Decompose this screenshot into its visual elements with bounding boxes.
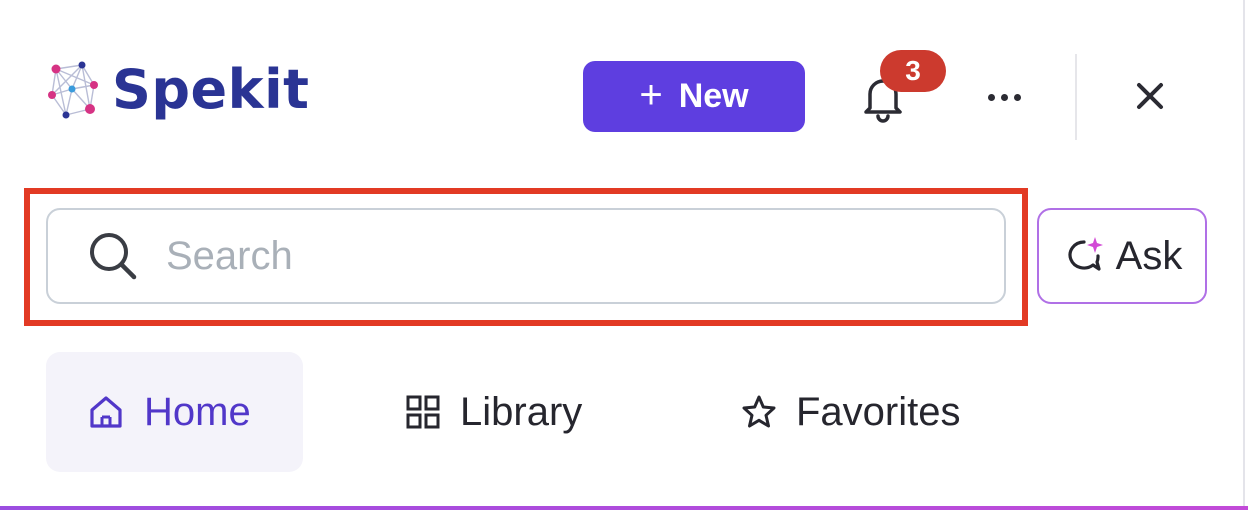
tab-library-label: Library: [460, 389, 583, 434]
spekit-sidebar-panel: Spekit + New 3 Ask: [0, 0, 1248, 510]
grid-icon: [406, 395, 440, 429]
more-horizontal-icon[interactable]: [978, 80, 1030, 114]
brand-name: Spekit: [112, 58, 310, 121]
new-button[interactable]: + New: [583, 61, 805, 132]
ask-button-label: Ask: [1115, 233, 1183, 278]
home-icon: [90, 396, 122, 428]
plus-icon: +: [639, 72, 663, 117]
tab-home-label: Home: [144, 389, 251, 434]
new-button-label: New: [678, 77, 749, 115]
header-divider: [1075, 54, 1077, 140]
notification-badge: 3: [880, 50, 946, 92]
tab-favorites[interactable]: Favorites: [740, 352, 961, 472]
spekit-logo: Spekit: [46, 54, 309, 126]
tab-home[interactable]: Home: [46, 352, 303, 472]
ai-chat-sparkle-icon: [1068, 237, 1103, 271]
star-icon: [742, 395, 776, 428]
spekit-network-logo-icon: [48, 61, 98, 119]
tab-library[interactable]: Library: [404, 352, 582, 472]
panel-bottom-accent: [0, 506, 1248, 510]
panel-right-border: [1243, 0, 1245, 510]
close-icon[interactable]: [1126, 72, 1174, 120]
search-input[interactable]: [164, 232, 928, 280]
ask-button[interactable]: Ask: [1037, 208, 1207, 304]
tab-favorites-label: Favorites: [796, 389, 961, 434]
search-box[interactable]: [46, 208, 1006, 304]
search-icon: [90, 233, 137, 280]
